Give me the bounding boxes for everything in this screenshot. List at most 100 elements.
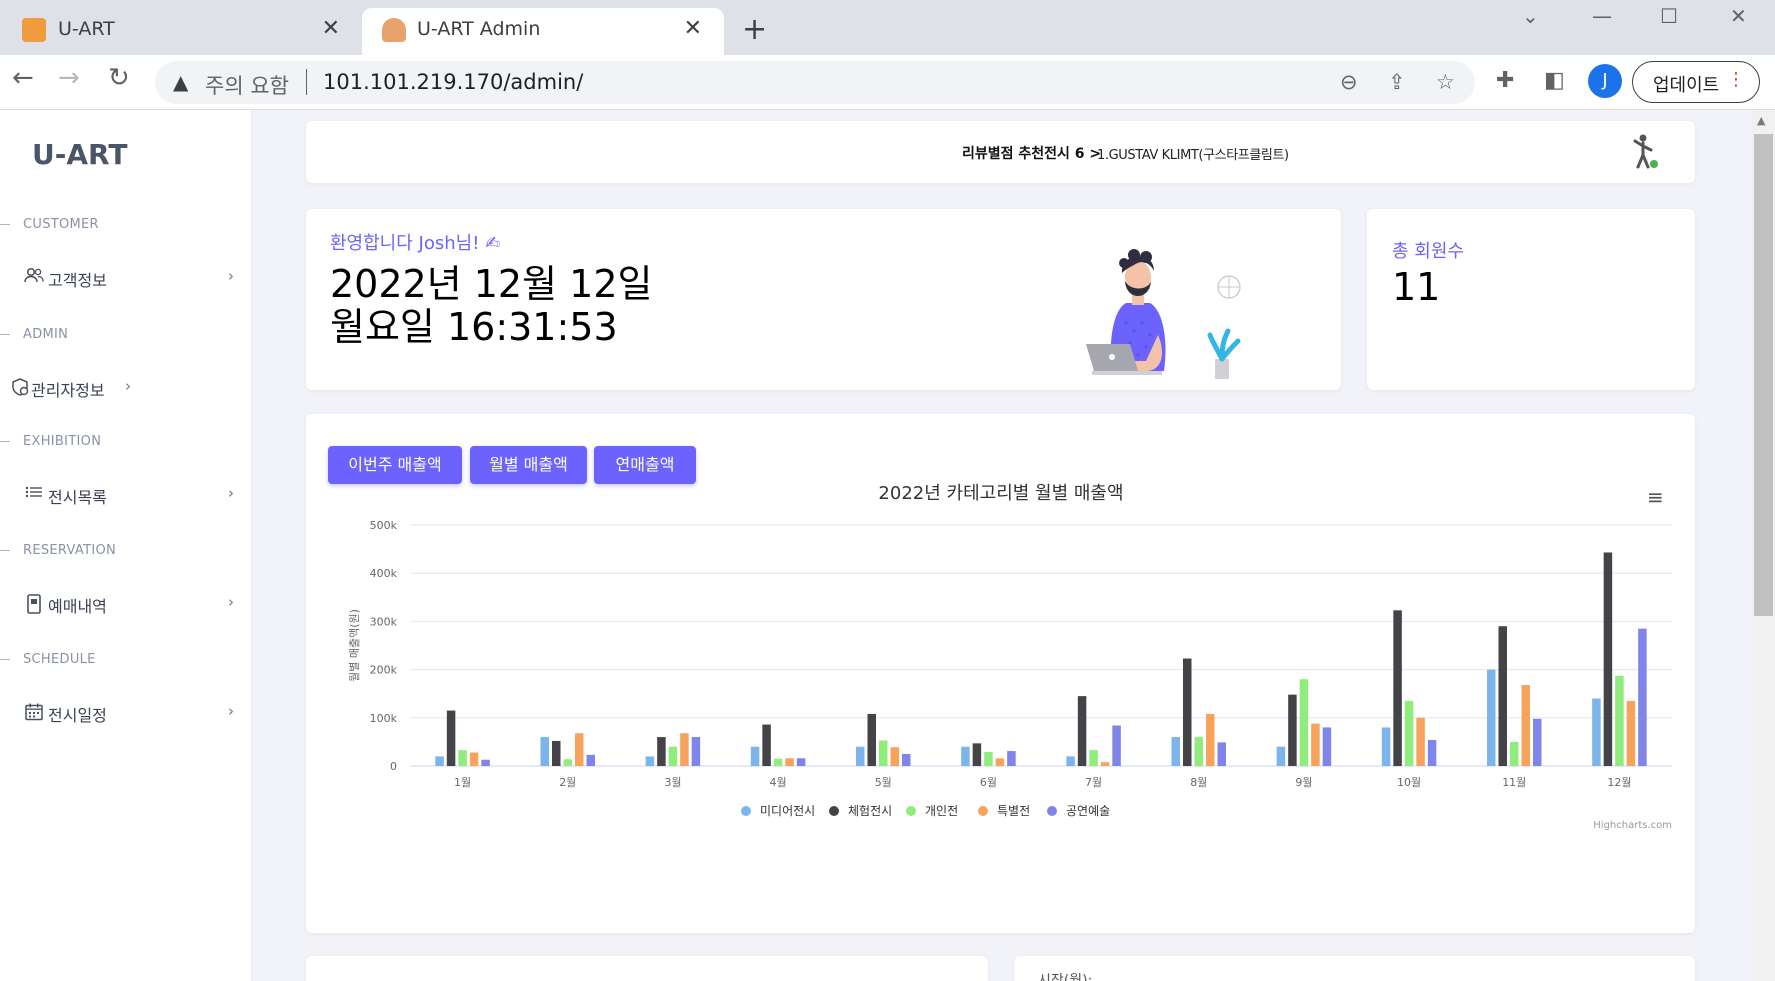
legend-item[interactable]: 특별전 (997, 804, 1030, 818)
update-label: 업데이트 (1653, 75, 1720, 96)
chevron-right-icon: › (228, 267, 234, 285)
y-tick-label: 500k (370, 519, 398, 532)
maximize-icon[interactable]: ☐ (1660, 4, 1678, 28)
bar-특별전 (1311, 723, 1320, 766)
bar-특별전 (680, 733, 689, 766)
bar-공연예술 (586, 754, 595, 766)
bar-특별전 (995, 758, 1005, 766)
bookmark-star-icon[interactable]: ☆ (1436, 70, 1455, 94)
address-bar[interactable]: ▲ 주의 요함 101.101.219.170/admin/ ⊖ ⇪ ☆ (155, 61, 1475, 104)
bar-미디어전시 (961, 746, 970, 766)
reload-icon[interactable]: ↻ (108, 63, 130, 93)
page-content: U-ART CUSTOMER 고객정보 › ADMIN 관리자정보 › EXHI… (0, 110, 1775, 981)
sidebar-item-reservation-history[interactable]: 예매내역 › (24, 588, 234, 620)
browser-tab-uart[interactable]: U-ART ✕ (0, 8, 362, 55)
chart-menu-icon[interactable]: ≡ (1647, 485, 1664, 509)
section-exhibition: EXHIBITION (0, 434, 101, 449)
chevron-right-icon: › (125, 377, 131, 395)
bar-개인전 (1194, 737, 1203, 766)
calendar-icon (24, 702, 44, 727)
y-tick-label: 400k (370, 567, 398, 580)
bar-체험전시 (552, 740, 561, 766)
y-tick-label: 300k (370, 615, 398, 628)
bar-체험전시 (867, 713, 876, 766)
zoom-icon[interactable]: ⊖ (1340, 70, 1358, 94)
scroll-up-icon[interactable]: ▲ (1757, 114, 1765, 127)
x-tick-label: 12월 (1607, 776, 1631, 789)
bar-체험전시 (762, 724, 771, 766)
sidebar-item-customer-info[interactable]: 고객정보 › (24, 262, 234, 294)
share-icon[interactable]: ⇪ (1388, 70, 1406, 94)
minimize-icon[interactable]: — (1592, 4, 1612, 28)
current-datetime: 2022년 12월 12일 월요일 16:31:53 (330, 263, 652, 348)
legend-item[interactable]: 개인전 (925, 804, 958, 818)
monthly-sales-button[interactable]: 월별 매출액 (470, 446, 587, 484)
yearly-sales-button[interactable]: 연매출액 (594, 446, 696, 484)
x-tick-label: 5월 (875, 776, 892, 789)
bar-체험전시 (657, 737, 666, 766)
tab-search-chevron-icon[interactable]: ⌄ (1522, 4, 1539, 28)
bar-미디어전시 (856, 746, 865, 766)
bar-공연예술 (902, 753, 911, 766)
sidebar-item-exhibition-schedule[interactable]: 전시일정 › (24, 697, 234, 729)
weekly-sales-button[interactable]: 이번주 매출액 (328, 446, 462, 484)
sidebar-item-label: 예매내역 (48, 597, 107, 616)
brand-logo[interactable]: U-ART (32, 138, 127, 171)
more-menu-icon[interactable]: ⋮ (1727, 69, 1745, 90)
close-tab-icon[interactable]: ✕ (684, 16, 702, 41)
ticker-text[interactable]: 1.GUSTAV KLIMT(구스타프클림트) (1097, 144, 1289, 163)
admin-shield-icon (11, 377, 31, 402)
bar-체험전시 (446, 710, 456, 766)
legend-marker (978, 806, 988, 816)
url-text[interactable]: 101.101.219.170/admin/ (323, 70, 583, 94)
members-label: 총 회원수 (1392, 241, 1464, 262)
bar-공연예술 (691, 737, 701, 766)
profile-avatar[interactable]: J (1588, 64, 1622, 98)
page-scrollbar[interactable]: ▲ (1751, 110, 1775, 981)
x-tick-label: 1월 (454, 776, 471, 789)
bar-특별전 (1100, 762, 1110, 766)
side-panel-icon[interactable]: ◧ (1544, 68, 1565, 93)
bar-체험전시 (1498, 626, 1507, 766)
tab-title: U-ART Admin (417, 18, 541, 40)
chart-title: 2022년 카테고리별 월별 매출액 (878, 483, 1123, 504)
scrollbar-thumb[interactable] (1754, 134, 1773, 616)
legend-item[interactable]: 체험전시 (848, 804, 892, 818)
bar-미디어전시 (1066, 756, 1075, 766)
bar-공연예술 (1322, 727, 1332, 766)
warning-triangle-icon[interactable]: ▲ (173, 70, 188, 94)
users-icon (24, 267, 44, 288)
close-tab-icon[interactable]: ✕ (322, 16, 340, 41)
admin-favicon-icon (382, 18, 406, 42)
bottom-left-card (306, 956, 988, 981)
section-customer: CUSTOMER (0, 217, 99, 232)
x-tick-label: 11월 (1502, 776, 1526, 789)
back-arrow-icon[interactable]: ← (12, 63, 34, 93)
legend-item[interactable]: 공연예술 (1066, 804, 1110, 818)
welcome-card: 환영합니다 Josh님! ✍ 2022년 12월 12일 월요일 16:31:5… (306, 209, 1341, 390)
bar-체험전시 (972, 743, 982, 766)
bar-공연예술 (1217, 742, 1226, 766)
legend-item[interactable]: 미디어전시 (760, 804, 815, 818)
extensions-puzzle-icon[interactable]: ✚ (1496, 68, 1514, 93)
bar-개인전 (458, 750, 467, 766)
bar-개인전 (1404, 700, 1414, 766)
browser-tabstrip: U-ART ✕ U-ART Admin ✕ + ⌄ — ☐ ✕ (0, 0, 1775, 55)
update-button[interactable]: 업데이트 ⋮ (1632, 61, 1760, 103)
bar-미디어전시 (1592, 698, 1601, 766)
ticker-label: 리뷰별점 추천전시 6 > (962, 146, 1102, 162)
bar-개인전 (1615, 675, 1624, 766)
user-status-icon[interactable] (1627, 133, 1663, 175)
sidebar-item-admin-info[interactable]: 관리자정보 › (11, 372, 131, 404)
bar-공연예술 (481, 759, 490, 766)
sidebar-item-exhibition-list[interactable]: 전시목록 › (24, 479, 234, 511)
x-tick-label: 10월 (1397, 776, 1421, 789)
members-count: 11 (1392, 265, 1441, 309)
window-close-icon[interactable]: ✕ (1730, 4, 1747, 28)
bar-개인전 (1299, 679, 1309, 766)
security-warning-text[interactable]: 주의 요함 (205, 70, 289, 100)
new-tab-icon[interactable]: + (742, 12, 767, 47)
sidebar-item-label: 고객정보 (48, 271, 107, 290)
forward-arrow-icon[interactable]: → (58, 63, 80, 93)
browser-tab-uart-admin[interactable]: U-ART Admin ✕ (362, 8, 724, 55)
